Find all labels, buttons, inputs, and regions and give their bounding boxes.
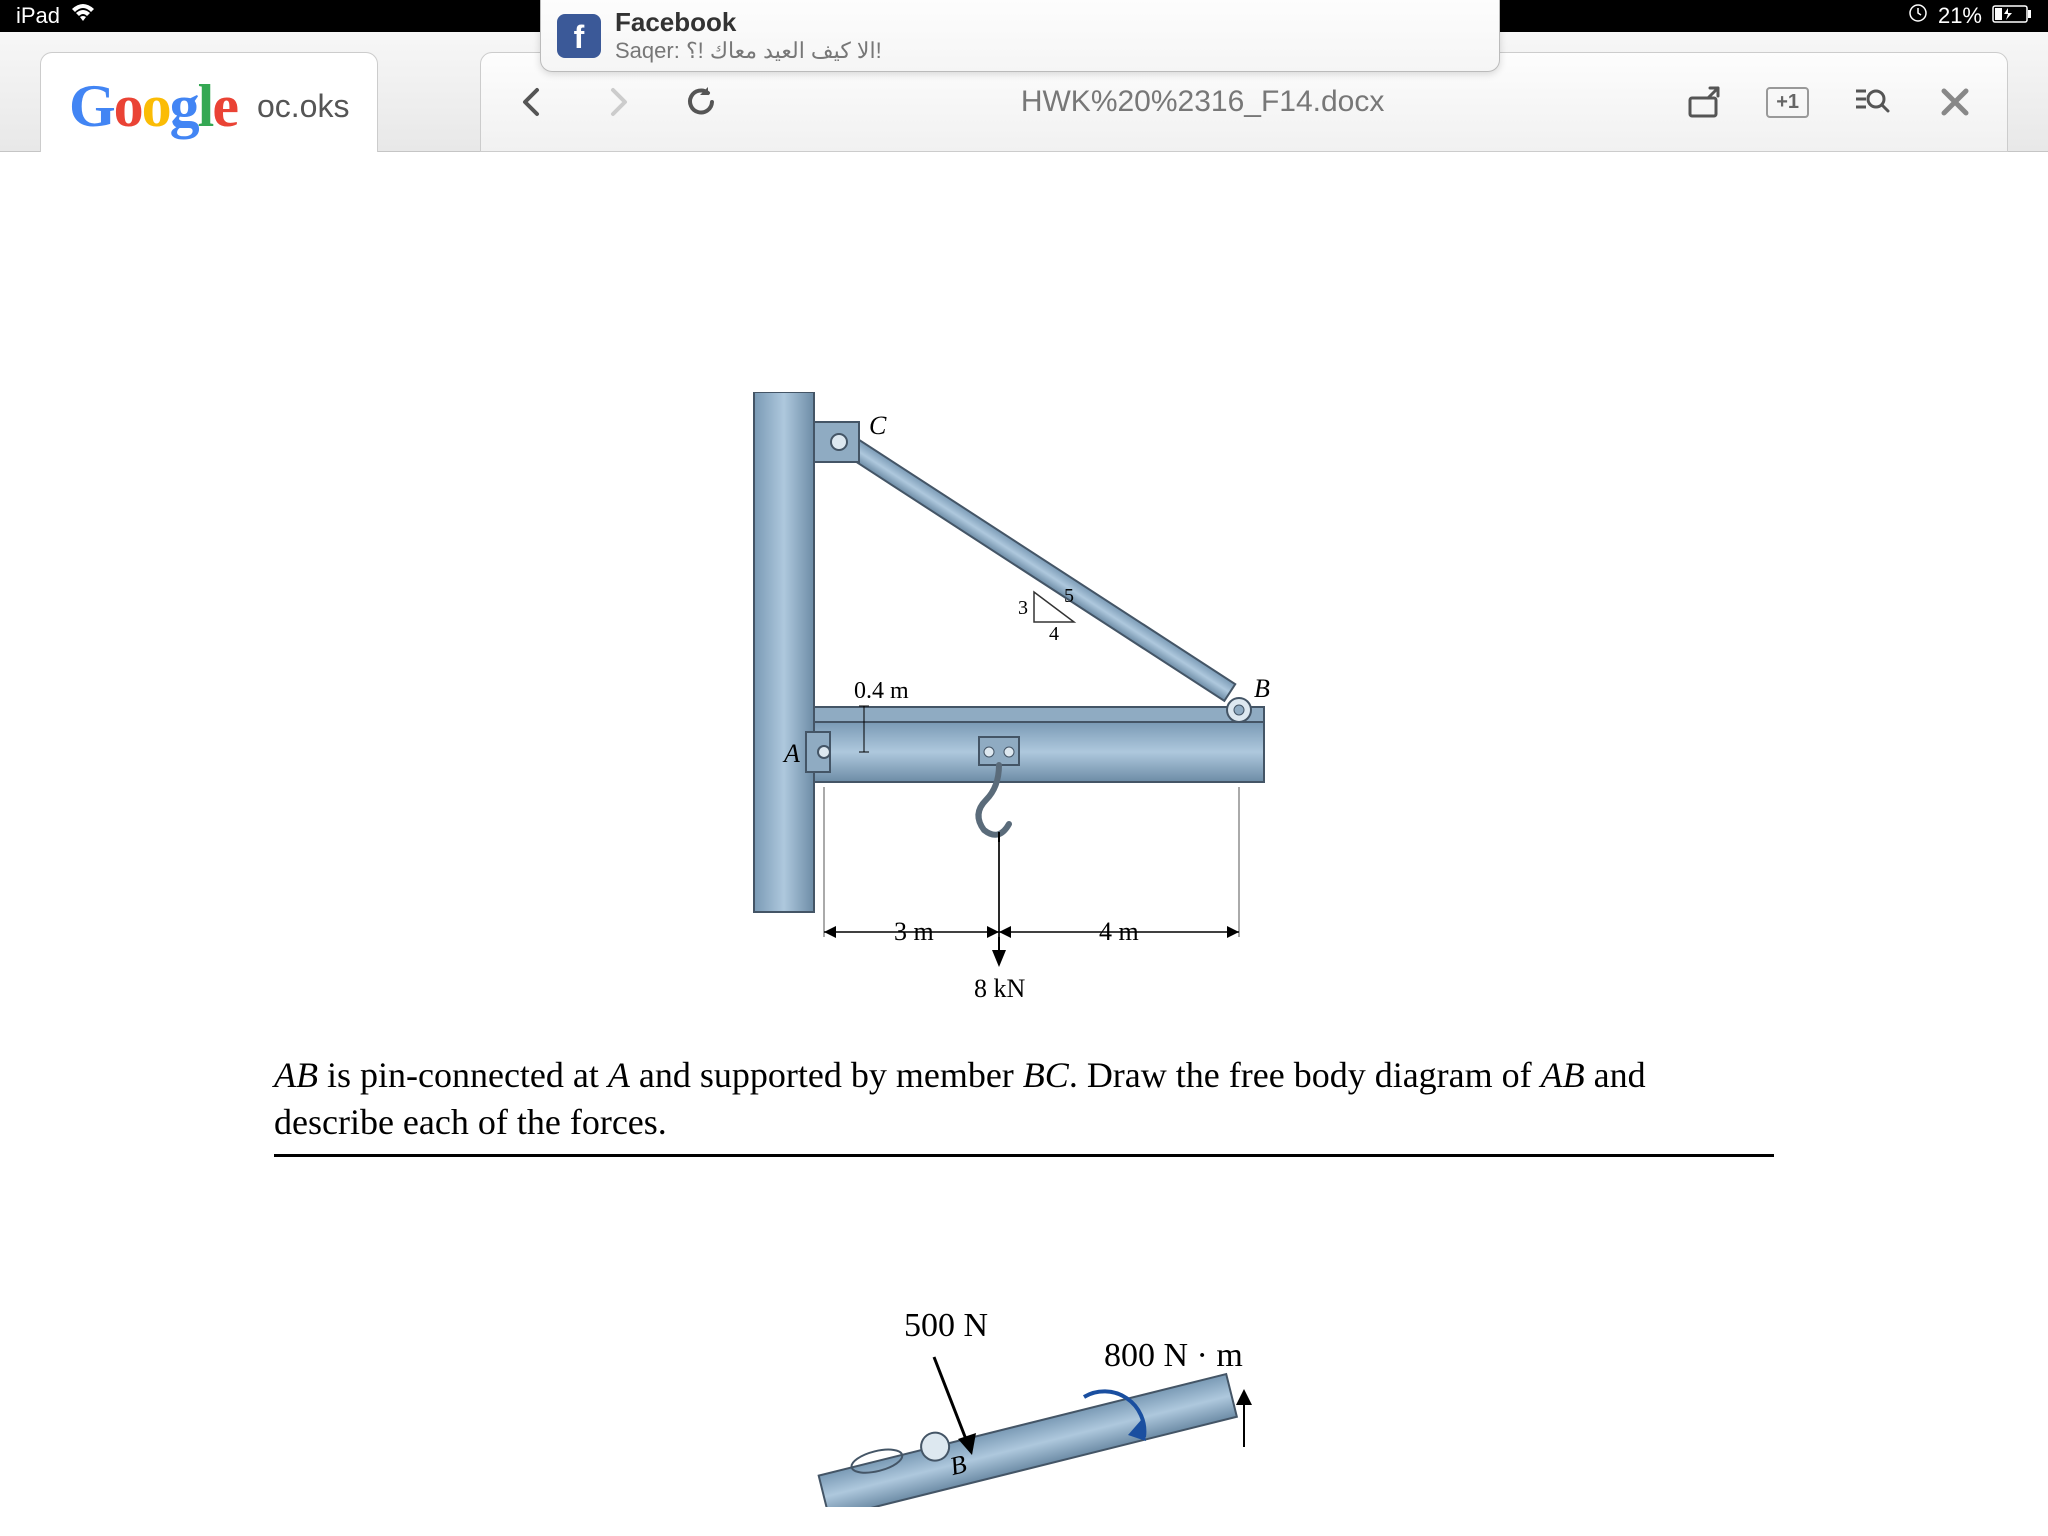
dim-3m: 3 m [894, 917, 934, 946]
notification-message: Saqer: الا كيف العيد معاك !؟! [615, 38, 882, 64]
problem-statement: AB is pin-connected at A and supported b… [274, 1052, 1774, 1157]
reload-button[interactable] [679, 80, 723, 124]
close-button[interactable] [1933, 80, 1977, 124]
tri-5: 5 [1064, 585, 1074, 607]
label-A: A [782, 739, 800, 768]
label-B: B [1254, 674, 1270, 703]
dim-4m: 4 m [1099, 917, 1139, 946]
notification-app: Facebook [615, 7, 882, 38]
plus-one-button[interactable]: +1 [1766, 87, 1809, 118]
figure-crane: C A B 3 4 5 0.4 m [724, 392, 1324, 1032]
tri-3: 3 [1018, 597, 1028, 619]
load-label: 8 kN [974, 974, 1026, 1003]
document-viewport[interactable]: C A B 3 4 5 0.4 m [0, 152, 2048, 1536]
search-button[interactable] [1849, 80, 1893, 124]
facebook-icon: f [557, 14, 601, 58]
clock-icon [1908, 3, 1928, 29]
label-C: C [869, 411, 887, 440]
notification-banner[interactable]: f Facebook Saqer: الا كيف العيد معاك !؟! [540, 0, 1500, 72]
dim-04m: 0.4 m [854, 678, 909, 704]
google-logo: Google [69, 72, 237, 141]
wifi-icon [70, 3, 96, 29]
tab-google[interactable]: Google oc.oks [40, 52, 378, 152]
battery-percent: 21% [1938, 3, 1982, 29]
url-display[interactable]: HWK%20%2316_F14.docx [763, 85, 1642, 119]
tab-url-fragment: oc.oks [257, 88, 349, 125]
battery-icon [1992, 3, 2032, 29]
force-500-label: 500 N [904, 1307, 988, 1345]
moment-800-label: 800 N · m [1104, 1337, 1243, 1375]
share-button[interactable] [1682, 80, 1726, 124]
device-label: iPad [16, 3, 60, 29]
forward-button[interactable] [595, 80, 639, 124]
tri-4: 4 [1049, 623, 1059, 645]
back-button[interactable] [511, 80, 555, 124]
figure-beam-partial: 500 N 800 N · m B [524, 1307, 1524, 1507]
